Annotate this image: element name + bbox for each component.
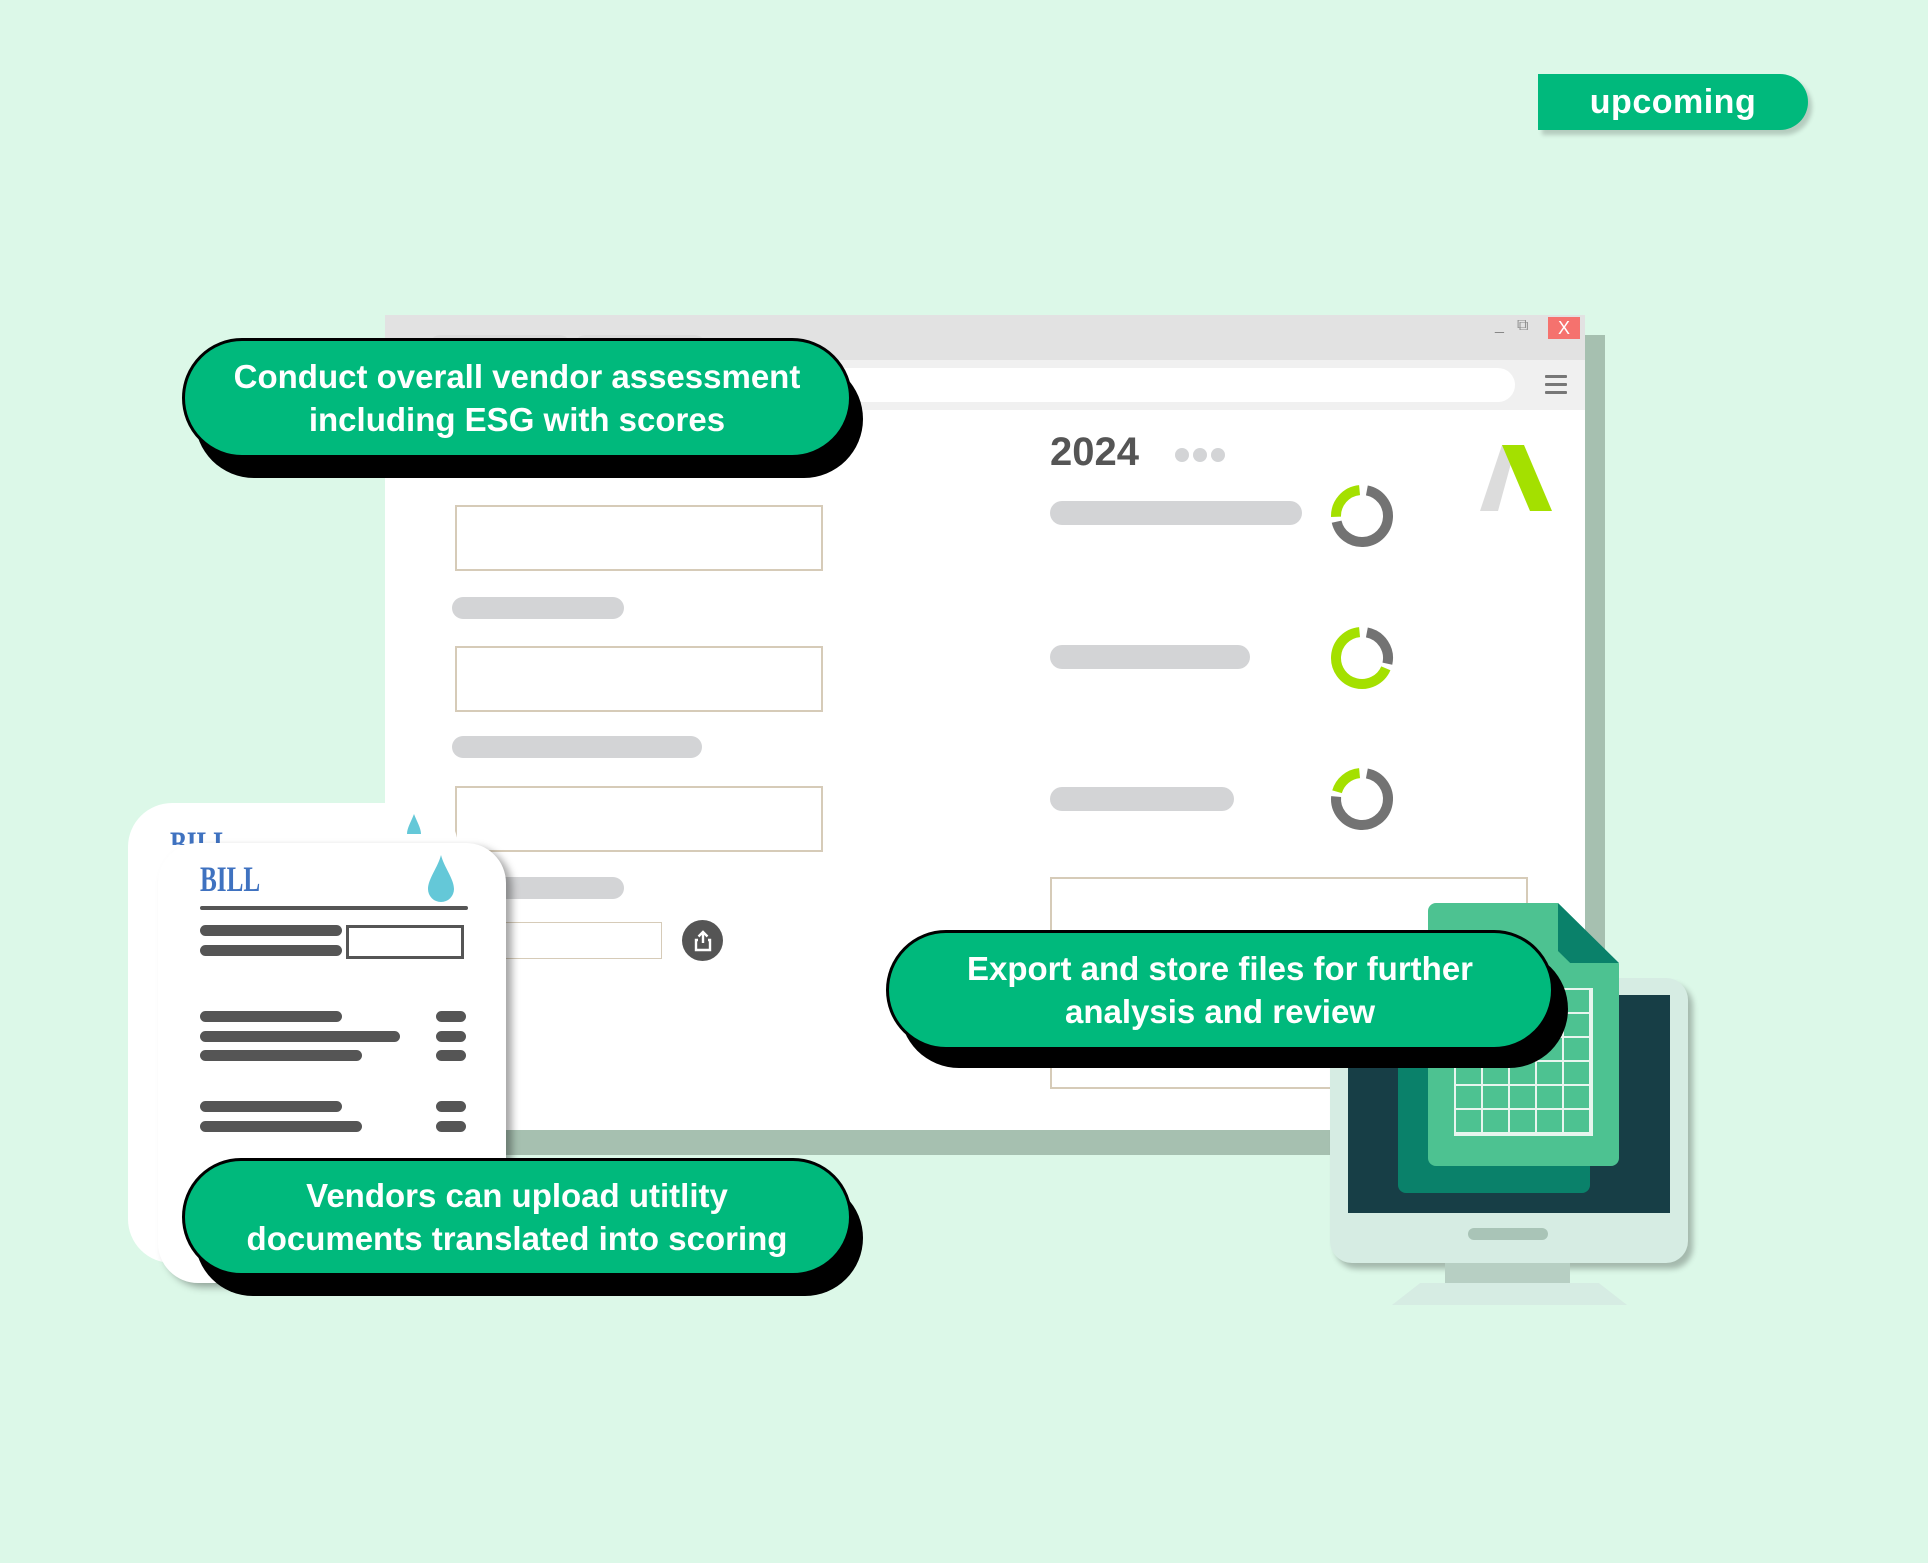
bill-title: BILL <box>200 859 261 899</box>
brand-logo-icon <box>1480 445 1552 511</box>
bill-value <box>436 1011 466 1022</box>
upload-button[interactable] <box>682 920 723 961</box>
grid-cell <box>1456 1110 1483 1134</box>
label-placeholder <box>452 597 624 619</box>
bill-value <box>436 1050 466 1061</box>
minimize-button[interactable]: _ <box>1495 317 1504 335</box>
grid-cell <box>1537 1110 1564 1134</box>
grid-cell <box>1456 1086 1483 1110</box>
callout-text: documents translated into scoring <box>246 1220 788 1257</box>
bill-line <box>200 925 342 936</box>
bill-value <box>436 1121 466 1132</box>
hamburger-menu-icon[interactable] <box>1545 375 1567 399</box>
grid-cell <box>1564 1062 1591 1086</box>
callout-text: analysis and review <box>1064 993 1375 1030</box>
score-label-3 <box>1050 787 1234 811</box>
restore-button[interactable]: ⧉ <box>1517 317 1528 335</box>
grid-cell <box>1537 1062 1564 1086</box>
form-field-1[interactable] <box>455 505 823 571</box>
bill-line <box>200 1101 342 1112</box>
address-bar[interactable] <box>805 368 1515 402</box>
grid-cell <box>1564 1110 1591 1134</box>
grid-cell <box>1564 990 1591 1014</box>
grid-cell <box>1564 1014 1591 1038</box>
score-donut-2 <box>1331 627 1393 689</box>
bill-line <box>200 1050 362 1061</box>
year-label: 2024 <box>1050 430 1139 474</box>
label-placeholder <box>452 736 702 758</box>
callout-upload: Vendors can upload utitlity documents tra… <box>182 1158 852 1276</box>
close-button[interactable]: X <box>1548 317 1580 339</box>
monitor-slot <box>1468 1228 1548 1240</box>
score-donut-3 <box>1331 768 1393 830</box>
callout-export: Export and store files for further analys… <box>886 930 1554 1050</box>
bill-divider <box>200 906 468 910</box>
score-value-arc <box>1332 768 1361 794</box>
grid-cell <box>1564 1038 1591 1062</box>
grid-cell <box>1483 1110 1510 1134</box>
bill-value <box>436 1101 466 1112</box>
score-donut-1 <box>1331 485 1393 547</box>
bill-value <box>436 1031 466 1042</box>
score-value-arc <box>1331 485 1361 518</box>
grid-cell <box>1564 1086 1591 1110</box>
bill-line <box>200 945 342 956</box>
score-remaining-arc <box>1365 627 1393 665</box>
bill-line <box>200 1031 400 1042</box>
callout-text: Vendors can upload utitlity <box>306 1177 728 1214</box>
form-field-3[interactable] <box>455 786 823 852</box>
grid-cell <box>1510 1086 1537 1110</box>
callout-text: including ESG with scores <box>308 401 726 438</box>
bill-amount-box <box>346 925 464 959</box>
monitor-stand <box>1392 1283 1627 1305</box>
upload-icon <box>694 929 711 951</box>
monitor-neck <box>1445 1263 1570 1283</box>
callout-text: Export and store files for further <box>966 950 1474 987</box>
grid-cell <box>1483 1086 1510 1110</box>
bill-line <box>200 1121 362 1132</box>
callout-assessment: Conduct overall vendor assessment includi… <box>182 338 852 458</box>
form-field-2[interactable] <box>455 646 823 712</box>
upcoming-badge: upcoming <box>1538 74 1808 130</box>
score-label-1 <box>1050 501 1302 525</box>
more-options-icon[interactable] <box>1175 448 1225 462</box>
water-drop-icon <box>407 814 421 834</box>
bill-line <box>200 1011 342 1022</box>
grid-cell <box>1537 1086 1564 1110</box>
bill-back-title: BILL <box>170 824 231 845</box>
callout-text: Conduct overall vendor assessment <box>233 358 801 395</box>
grid-cell <box>1510 1110 1537 1134</box>
water-drop-icon <box>428 855 454 902</box>
score-label-2 <box>1050 645 1250 669</box>
